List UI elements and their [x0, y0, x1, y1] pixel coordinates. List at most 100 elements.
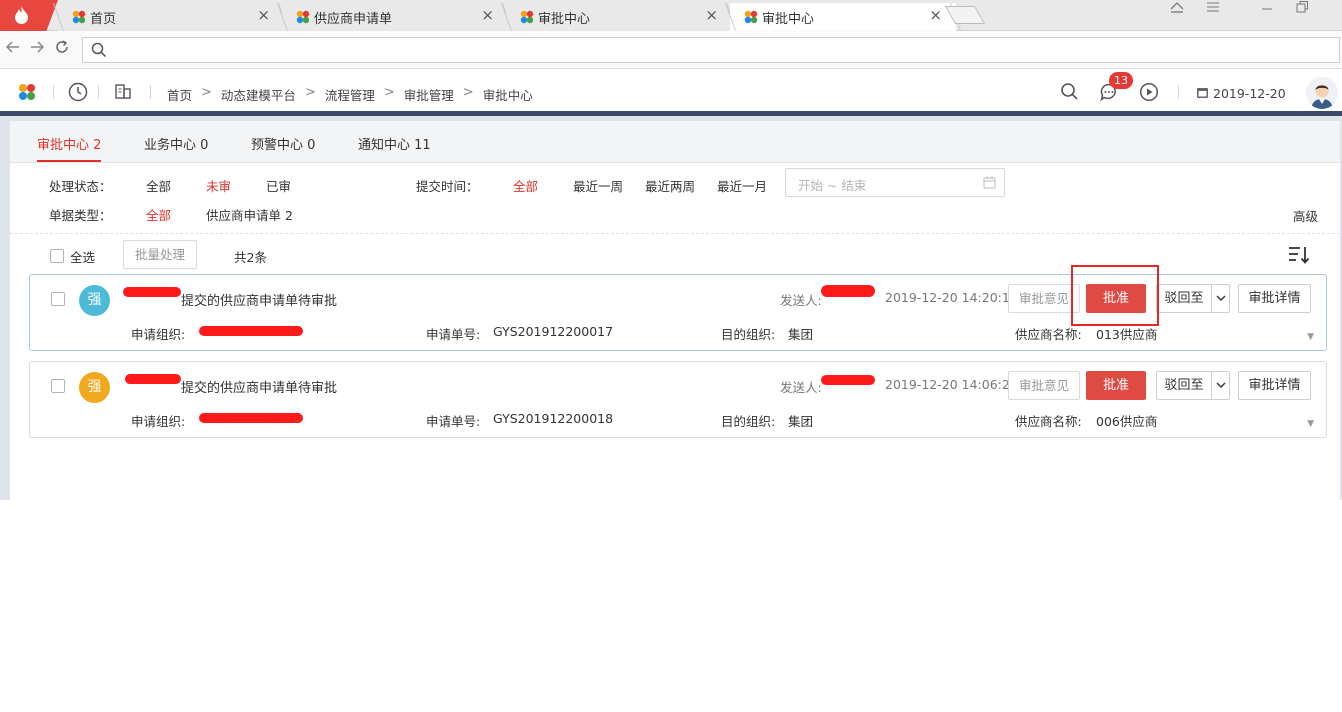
browser-tab[interactable]: 供应商申请单 ×	[276, 3, 514, 31]
search-icon[interactable]	[1060, 82, 1079, 105]
status-option-unreviewed[interactable]: 未审	[206, 176, 231, 195]
total-count: 共2条	[234, 250, 267, 265]
expand-icon[interactable]: ▼	[1307, 419, 1314, 429]
advanced-filter-link[interactable]: 高级	[1293, 206, 1318, 225]
org-label: 申请组织:	[131, 414, 186, 429]
time-option-all[interactable]: 全部	[513, 176, 538, 195]
order-number-label: 申请单号:	[426, 414, 481, 429]
approval-card[interactable]: 强 提交的供应商申请单待审批 发送人: 2019-12-20 14:06:26 …	[29, 361, 1327, 438]
app-logo-icon	[296, 10, 310, 24]
target-org: 集团	[788, 327, 814, 342]
approve-button[interactable]: 批准	[1086, 371, 1146, 400]
status-option-reviewed[interactable]: 已审	[266, 176, 291, 195]
app-logo-icon[interactable]	[18, 83, 36, 101]
approval-opinion-input[interactable]: 审批意见	[1008, 371, 1080, 400]
expand-icon[interactable]: ▼	[1307, 332, 1314, 342]
clock-icon[interactable]	[68, 82, 88, 106]
time-option-month[interactable]: 最近一月	[717, 176, 767, 195]
browser-logo[interactable]	[0, 0, 58, 31]
type-option-supplier[interactable]: 供应商申请单 2	[206, 205, 293, 224]
breadcrumb-item[interactable]: 动态建模平台	[221, 85, 296, 104]
approval-details-button[interactable]: 审批详情	[1238, 371, 1311, 400]
status-option-all[interactable]: 全部	[146, 176, 171, 195]
redaction-mark	[125, 374, 181, 384]
calendar-icon	[1196, 86, 1209, 103]
avatar: 强	[79, 372, 110, 403]
browser-tab-active[interactable]: 审批中心 ×	[724, 3, 962, 31]
avatar[interactable]	[1306, 77, 1338, 109]
status-filter-label: 处理状态：	[49, 179, 112, 194]
org-label: 申请组织:	[131, 327, 186, 342]
chevron-right-icon: >	[304, 85, 316, 100]
reject-dropdown-chevron-icon[interactable]	[1211, 284, 1230, 313]
reject-to-button[interactable]: 驳回至	[1156, 371, 1212, 400]
menu-icon[interactable]	[1199, 0, 1227, 20]
calendar-icon	[983, 176, 996, 189]
send-time: 2019-12-20 14:06:26	[885, 377, 1018, 392]
sort-icon[interactable]	[1288, 245, 1310, 269]
type-option-all[interactable]: 全部	[146, 205, 171, 224]
building-icon[interactable]	[114, 82, 132, 104]
tab-warning-center[interactable]: 预警中心 0	[251, 134, 315, 153]
row-checkbox[interactable]	[51, 379, 65, 393]
collapse-icon[interactable]	[1163, 0, 1191, 20]
redaction-mark	[199, 413, 303, 423]
breadcrumb: 首页 > 动态建模平台 > 流程管理 > 审批管理 > 审批中心	[167, 85, 533, 104]
approval-details-button[interactable]: 审批详情	[1238, 284, 1311, 313]
restore-icon[interactable]	[1288, 0, 1316, 20]
breadcrumb-item[interactable]: 流程管理	[325, 85, 375, 104]
supplier-name-label: 供应商名称:	[1015, 327, 1082, 342]
reload-icon[interactable]	[52, 39, 72, 60]
breadcrumb-item[interactable]: 审批管理	[404, 85, 454, 104]
url-input[interactable]	[82, 37, 1340, 63]
breadcrumb-item[interactable]: 首页	[167, 85, 192, 104]
address-bar	[0, 31, 1342, 69]
select-all-checkbox[interactable]	[50, 249, 64, 263]
reject-dropdown-chevron-icon[interactable]	[1211, 371, 1230, 400]
supplier-name-label: 供应商名称:	[1015, 414, 1082, 429]
row-checkbox[interactable]	[51, 292, 65, 306]
flame-icon	[15, 6, 28, 24]
back-icon[interactable]	[3, 39, 23, 59]
redaction-mark	[821, 375, 875, 385]
play-icon[interactable]	[1139, 82, 1159, 106]
tab-business-center[interactable]: 业务中心 0	[144, 134, 208, 153]
minimize-icon[interactable]	[1253, 0, 1281, 20]
approval-opinion-input[interactable]: 审批意见	[1008, 284, 1080, 313]
target-org: 集团	[788, 414, 814, 429]
app-header: 首页 > 动态建模平台 > 流程管理 > 审批管理 > 审批中心 13 2019…	[0, 69, 1342, 116]
tab-close-icon[interactable]: ×	[257, 6, 270, 24]
forward-icon[interactable]	[27, 39, 47, 59]
reject-to-button[interactable]: 驳回至	[1156, 284, 1212, 313]
tab-title: 审批中心	[762, 12, 815, 27]
supplier-name: 006供应商	[1096, 414, 1158, 429]
redaction-mark	[821, 285, 875, 297]
tab-close-icon[interactable]: ×	[481, 6, 494, 24]
browser-tab-strip: 首页 × 供应商申请单 × 审批中心 × 审批中心 ×	[0, 0, 1342, 31]
order-number: GYS201912200017	[493, 324, 614, 339]
notification-badge: 13	[1109, 72, 1133, 89]
avatar: 强	[79, 285, 110, 316]
sender-label: 发送人:	[780, 293, 822, 308]
divider	[10, 233, 1340, 234]
date-range-placeholder: 开始 ~ 结束	[798, 178, 867, 193]
browser-tab[interactable]: 审批中心 ×	[500, 3, 738, 31]
app-logo-icon	[744, 10, 758, 24]
tab-notification-center[interactable]: 通知中心 11	[358, 134, 431, 153]
tab-close-icon[interactable]: ×	[705, 6, 718, 24]
tab-close-icon[interactable]: ×	[929, 6, 942, 24]
batch-process-button[interactable]: 批量处理	[123, 240, 197, 269]
approval-title[interactable]: 提交的供应商申请单待审批	[181, 377, 337, 396]
time-option-week[interactable]: 最近一周	[573, 176, 623, 195]
chevron-right-icon: >	[383, 85, 395, 100]
time-option-two-weeks[interactable]: 最近两周	[645, 176, 695, 195]
time-filter-label: 提交时间：	[416, 179, 479, 194]
date-range-input[interactable]: 开始 ~ 结束	[785, 168, 1005, 197]
app-logo-icon	[72, 10, 86, 24]
chevron-right-icon: >	[462, 85, 474, 100]
redaction-mark	[199, 326, 303, 336]
approval-title[interactable]: 提交的供应商申请单待审批	[181, 290, 337, 309]
browser-tab[interactable]: 首页 ×	[52, 3, 290, 31]
breadcrumb-item[interactable]: 审批中心	[483, 85, 533, 104]
tab-approval-center[interactable]: 审批中心 2	[37, 134, 101, 153]
